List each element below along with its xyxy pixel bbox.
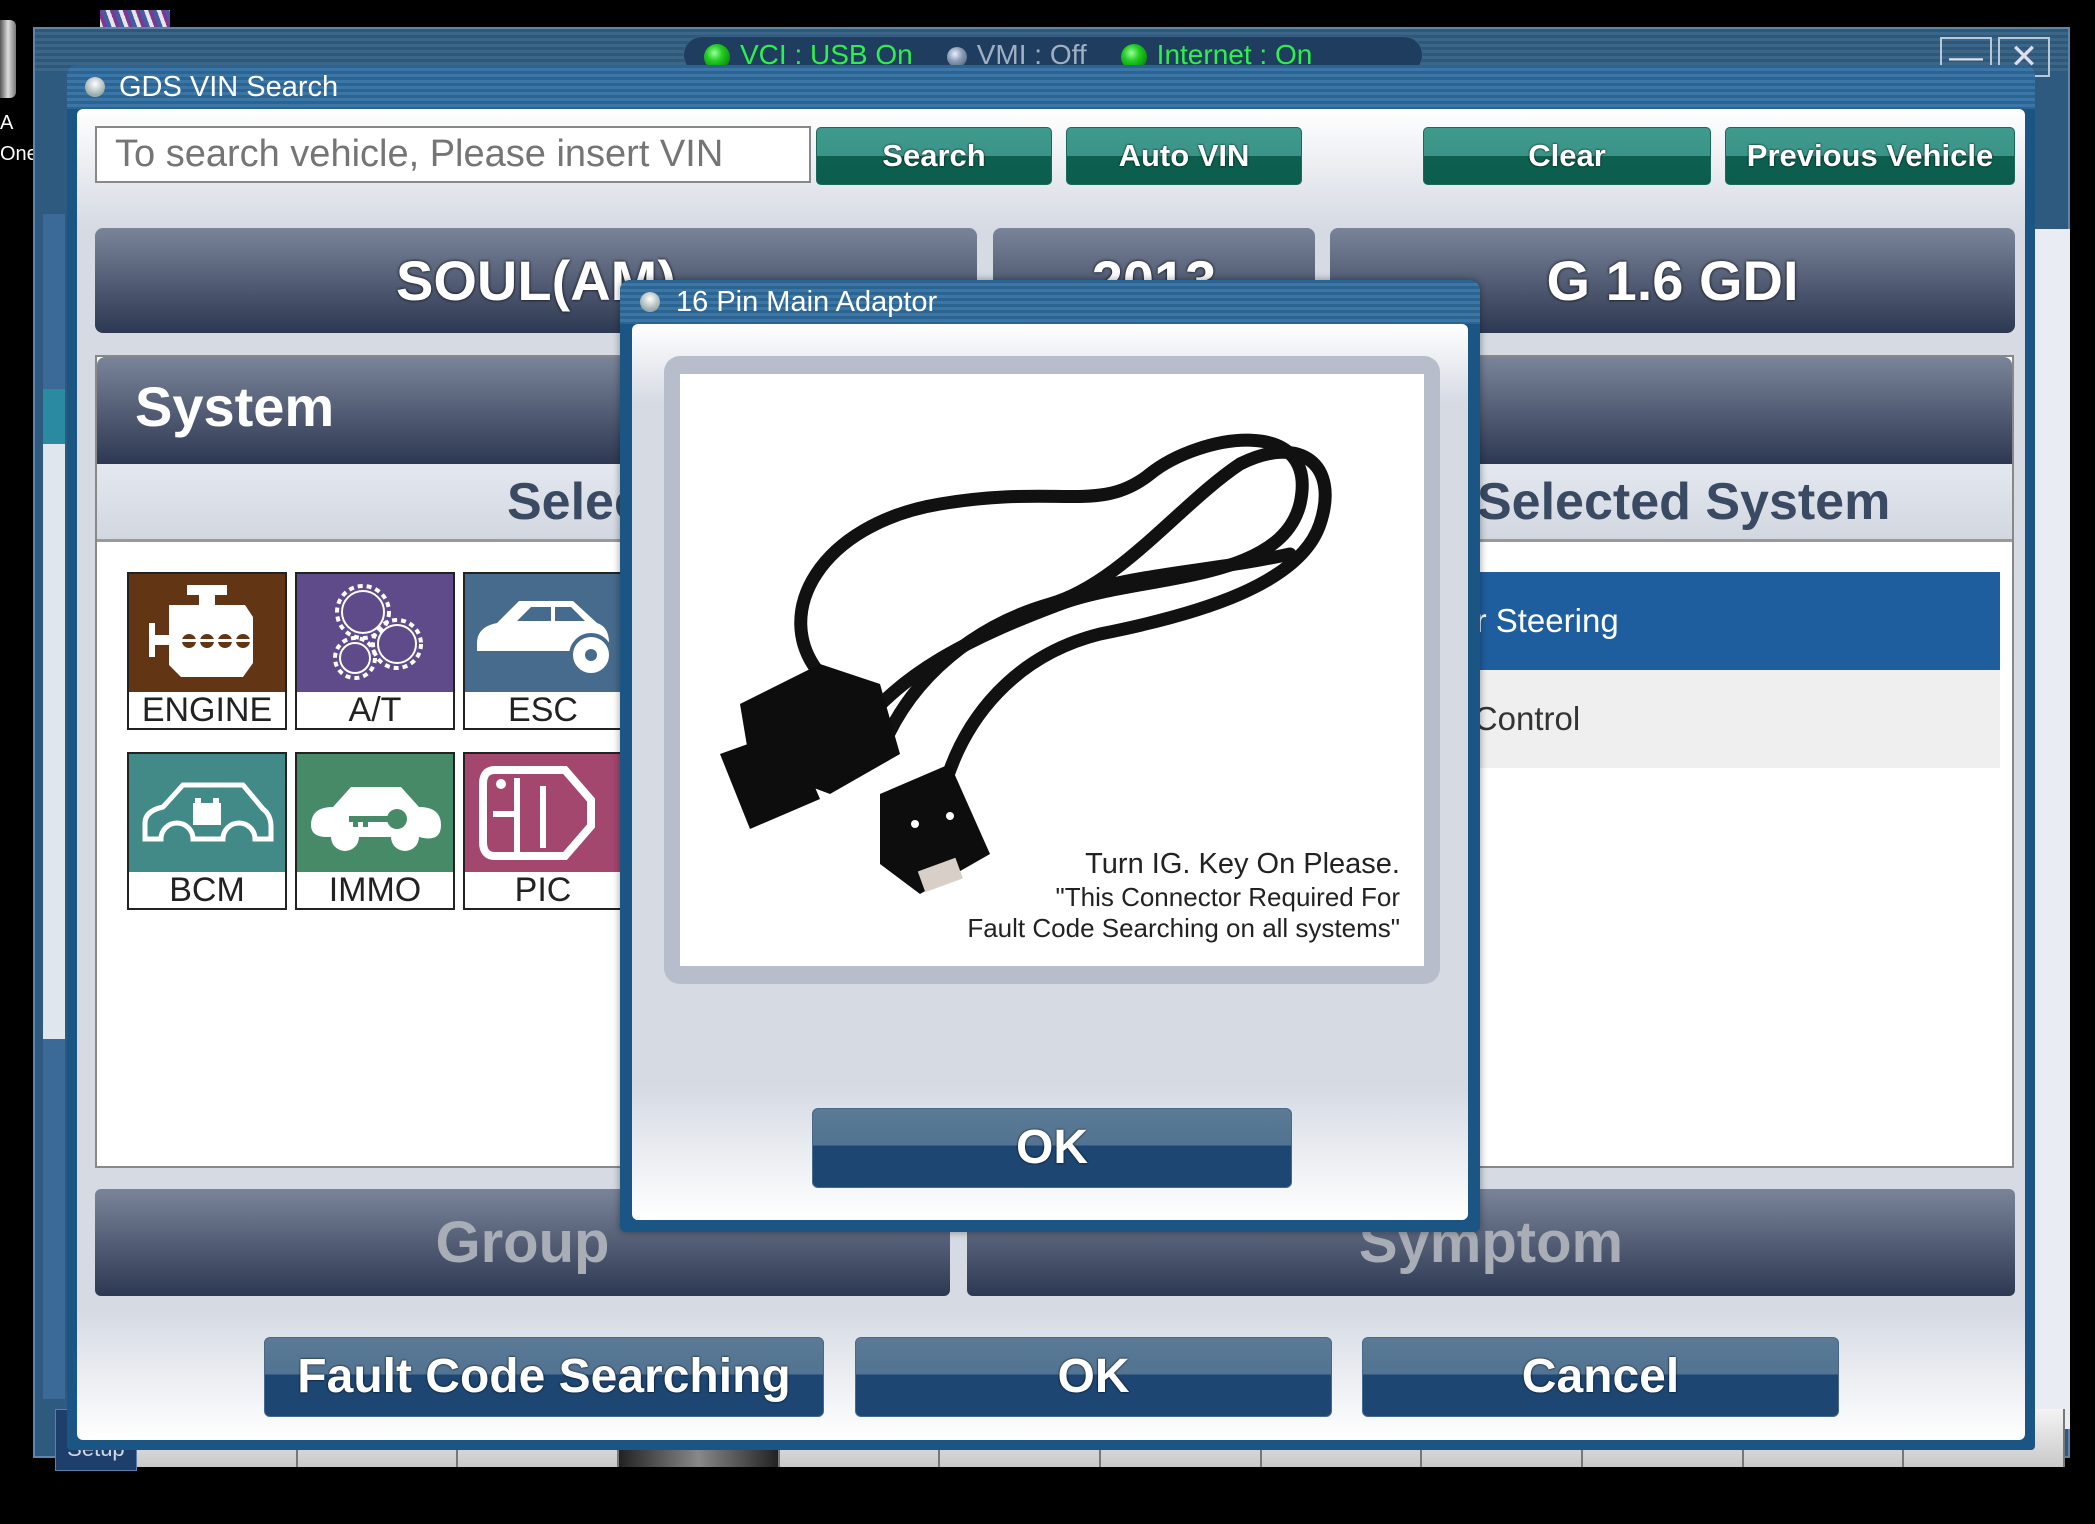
car-key-icon xyxy=(297,754,453,872)
adaptor-image-frame: Turn IG. Key On Please. "This Connector … xyxy=(664,356,1440,984)
system-tile-engine[interactable]: ENGINE xyxy=(127,572,287,730)
auto-vin-button[interactable]: Auto VIN xyxy=(1066,127,1302,185)
ok-button[interactable]: OK xyxy=(855,1337,1332,1417)
previous-vehicle-button[interactable]: Previous Vehicle xyxy=(1725,127,2015,185)
adaptor-modal-titlebar[interactable]: 16 Pin Main Adaptor xyxy=(620,280,1480,324)
vin-search-input[interactable] xyxy=(95,126,811,183)
adaptor-modal-body: Turn IG. Key On Please. "This Connector … xyxy=(632,324,1468,1220)
fault-code-searching-button[interactable]: Fault Code Searching xyxy=(264,1337,824,1417)
adaptor-modal-title: 16 Pin Main Adaptor xyxy=(676,286,938,318)
tile-label: PIC xyxy=(514,871,572,909)
caption-line-2: "This Connector Required For xyxy=(1055,881,1401,912)
desktop-shortcut-icon[interactable] xyxy=(0,20,16,98)
car-brake-icon xyxy=(465,574,621,692)
system-tile-bcm[interactable]: BCM xyxy=(127,752,287,910)
caption-line-1: Turn IG. Key On Please. xyxy=(1085,847,1400,880)
adaptor-caption: Turn IG. Key On Please. "This Connector … xyxy=(967,847,1400,944)
car-battery-icon xyxy=(129,754,285,872)
vmi-led-icon xyxy=(946,46,967,67)
adaptor-modal: 16 Pin Main Adaptor Turn IG. Key On Plea… xyxy=(620,280,1480,1232)
search-button[interactable]: Search xyxy=(816,127,1052,185)
tile-label: ESC xyxy=(508,691,578,729)
obd-cable-photo: Turn IG. Key On Please. "This Connector … xyxy=(680,374,1424,966)
tile-label: ENGINE xyxy=(141,691,273,729)
title-bullet-icon xyxy=(640,292,660,312)
vin-dialog-titlebar[interactable]: GDS VIN Search xyxy=(67,65,2035,109)
smart-key-icon xyxy=(465,754,621,872)
system-tile-at[interactable]: A/T xyxy=(295,572,455,730)
tile-label: IMMO xyxy=(328,871,422,909)
side-panel-highlight xyxy=(43,389,65,444)
left-side-panel xyxy=(43,214,65,1399)
right-side-panel xyxy=(2030,229,2070,1429)
system-tile-immo[interactable]: IMMO xyxy=(295,752,455,910)
title-bullet-icon xyxy=(85,77,105,97)
tile-label: A/T xyxy=(348,691,402,729)
clear-button[interactable]: Clear xyxy=(1423,127,1711,185)
system-tile-pic[interactable]: PIC xyxy=(463,752,623,910)
selected-system-label: Selected System xyxy=(1477,473,1891,531)
cancel-button[interactable]: Cancel xyxy=(1362,1337,1839,1417)
caption-line-3: Fault Code Searching on all systems" xyxy=(967,912,1400,943)
system-tile-esc[interactable]: ESC xyxy=(463,572,623,730)
engine-icon xyxy=(129,574,285,692)
gears-icon xyxy=(297,574,453,692)
desktop-shortcut-label: A xyxy=(0,112,14,134)
vin-dialog-title: GDS VIN Search xyxy=(119,71,339,103)
tile-label: BCM xyxy=(169,871,245,909)
adaptor-ok-button[interactable]: OK xyxy=(812,1108,1292,1188)
